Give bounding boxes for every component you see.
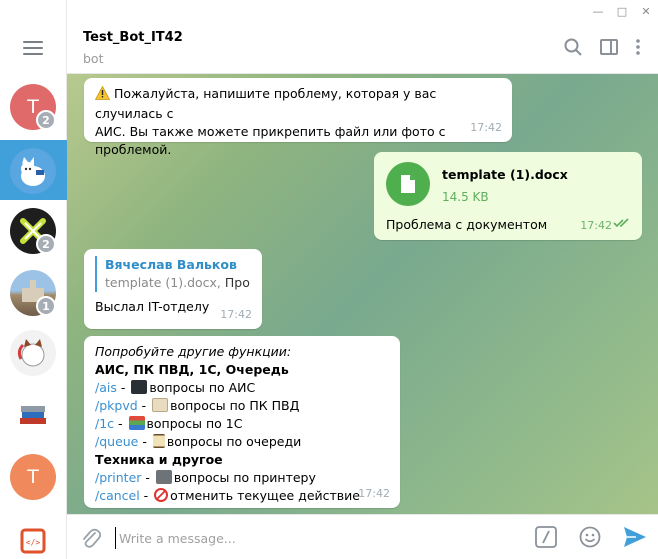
close-button[interactable]: ✕ <box>634 5 658 18</box>
message-input[interactable] <box>115 527 515 549</box>
command-link[interactable]: /pkpvd <box>95 398 138 413</box>
chat-subtitle: bot <box>83 51 104 66</box>
document-icon <box>401 175 415 193</box>
command-link[interactable]: /printer <box>95 470 141 485</box>
printer-icon <box>155 470 172 484</box>
message-time: 17:42 <box>358 487 390 500</box>
chat-item[interactable]: T <box>0 446 67 506</box>
chat-header: Test_Bot_IT42 bot <box>67 22 658 74</box>
command-row: /queue - вопросы по очереди <box>95 434 302 449</box>
command-link[interactable]: /1c <box>95 416 114 431</box>
reply-author: Вячеслав Вальков <box>105 257 237 272</box>
unread-badge: 1 <box>36 296 56 316</box>
command-link[interactable]: /queue <box>95 434 138 449</box>
chat-item[interactable]: 2 <box>0 200 67 260</box>
chat-item[interactable]: T 2 <box>0 76 67 136</box>
section-heading: АИС, ПК ПВД, 1С, Очередь <box>95 362 289 377</box>
clipboard-icon <box>152 398 169 412</box>
minimize-button[interactable]: — <box>586 5 610 18</box>
menu-icon[interactable] <box>23 41 43 55</box>
bot-commands-icon[interactable] <box>535 526 557 551</box>
message-area[interactable]: Пожалуйста, напишите проблему, которая у… <box>67 74 658 514</box>
sidebar-toggle-icon[interactable] <box>600 39 618 58</box>
command-row: /cancel - отменить текущее действие <box>95 488 360 503</box>
reply-preview: template (1).docx, Про... <box>105 275 251 290</box>
avatar: T <box>10 454 56 500</box>
command-link[interactable]: /cancel <box>95 488 140 503</box>
message-time: 17:42 <box>220 308 252 321</box>
section-heading: Техника и другое <box>95 452 223 467</box>
no-entry-icon <box>154 488 169 502</box>
chat-title[interactable]: Test_Bot_IT42 <box>83 30 183 45</box>
unread-badge: 2 <box>36 234 56 254</box>
message-text-line: Пожалуйста, напишите проблему, которая у… <box>95 86 437 121</box>
monitor-icon <box>131 380 148 394</box>
window-controls: — □ ✕ <box>558 0 658 22</box>
unread-badge: 2 <box>36 110 56 130</box>
command-row: /printer - вопросы по принтеру <box>95 470 316 485</box>
message-time: 17:42 <box>580 219 612 232</box>
outgoing-file-message[interactable]: template (1).docx 14.5 KB Проблема с док… <box>374 152 642 240</box>
chat-item[interactable] <box>0 322 67 382</box>
maximize-button[interactable]: □ <box>610 5 634 18</box>
reply-quote[interactable]: Вячеслав Вальков template (1).docx, Про.… <box>95 256 251 292</box>
message-composer <box>67 514 658 559</box>
hourglass-icon <box>152 434 165 448</box>
books-avatar-icon <box>10 392 56 438</box>
attach-icon[interactable] <box>81 527 102 552</box>
message-time: 17:42 <box>470 121 502 134</box>
command-row: /pkpvd - вопросы по ПК ПВД <box>95 398 300 413</box>
command-row: /ais - вопросы по АИС <box>95 380 256 395</box>
chat-item[interactable] <box>0 384 67 444</box>
emoji-icon[interactable] <box>579 526 601 551</box>
code-logo-avatar-icon: </> <box>10 518 56 559</box>
file-name[interactable]: template (1).docx <box>442 166 568 184</box>
intro-text: Попробуйте другие функции: <box>95 344 292 359</box>
search-icon[interactable] <box>564 38 582 59</box>
command-link[interactable]: /ais <box>95 380 117 395</box>
file-size: 14.5 KB <box>442 190 489 204</box>
cat-avatar-icon <box>10 148 56 194</box>
cat-sticker-avatar-icon <box>10 330 56 376</box>
books-icon <box>128 416 145 430</box>
incoming-commands-message[interactable]: Попробуйте другие функции: АИС, ПК ПВД, … <box>84 336 400 508</box>
chat-item[interactable]: 1 <box>0 262 67 322</box>
file-caption: Проблема с документом <box>386 217 548 232</box>
more-options-icon[interactable] <box>636 39 640 58</box>
command-row: /1c - вопросы по 1С <box>95 416 243 431</box>
send-icon[interactable] <box>623 526 647 551</box>
incoming-reply-message[interactable]: Вячеслав Вальков template (1).docx, Про.… <box>84 249 262 329</box>
double-check-icon <box>613 215 631 233</box>
incoming-message[interactable]: Пожалуйста, напишите проблему, которая у… <box>84 78 512 157</box>
chat-item-active[interactable] <box>0 140 67 200</box>
warning-icon <box>94 85 111 105</box>
chat-item[interactable]: </> <box>0 510 67 559</box>
svg-text:</>: </> <box>26 538 41 547</box>
file-download-button[interactable] <box>386 162 430 206</box>
chat-list-sidebar: T 2 2 1 T </> <box>0 0 67 559</box>
